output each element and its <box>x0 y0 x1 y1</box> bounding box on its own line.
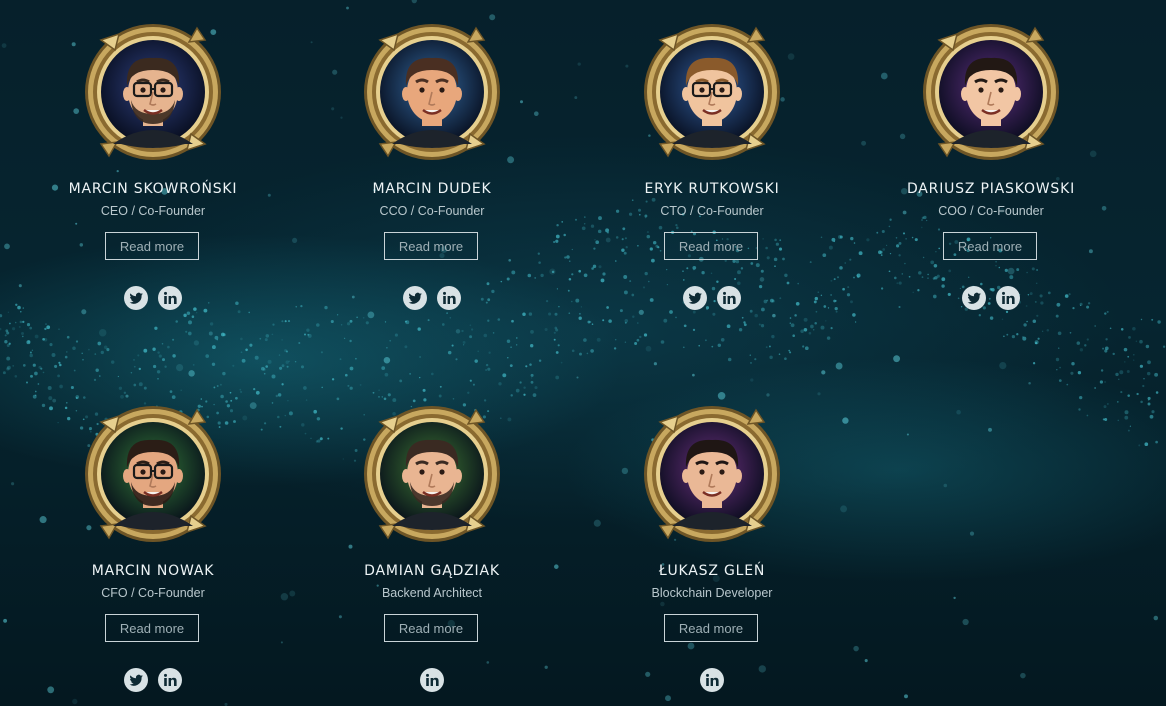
linkedin-icon <box>723 291 736 304</box>
linkedin-link[interactable] <box>420 668 444 692</box>
linkedin-icon <box>164 291 177 304</box>
member-name: ERYK RUTKOWSKI <box>644 181 780 197</box>
member-name: MARCIN DUDEK <box>372 181 492 197</box>
avatar <box>919 20 1063 164</box>
avatar <box>81 402 225 546</box>
member-role: CCO / Co-Founder <box>379 204 485 218</box>
read-more-button[interactable]: Read more <box>943 232 1037 260</box>
member-name: DARIUSZ PIASKOWSKI <box>906 181 1076 197</box>
social-links <box>612 286 812 310</box>
team-section: MARCIN SKOWROŃSKI CEO / Co-Founder Read … <box>0 0 1166 706</box>
linkedin-link[interactable] <box>437 286 461 310</box>
twitter-icon <box>408 292 422 304</box>
linkedin-link[interactable] <box>158 286 182 310</box>
member-name: MARCIN NOWAK <box>91 563 215 579</box>
member-role: CFO / Co-Founder <box>101 586 205 600</box>
member-role: COO / Co-Founder <box>938 204 1044 218</box>
twitter-icon <box>129 292 143 304</box>
avatar <box>640 20 784 164</box>
linkedin-icon <box>164 673 177 686</box>
linkedin-icon <box>706 673 719 686</box>
social-links <box>332 286 532 310</box>
linkedin-icon <box>1002 291 1015 304</box>
twitter-link[interactable] <box>962 286 986 310</box>
linkedin-icon <box>426 673 439 686</box>
twitter-link[interactable] <box>124 668 148 692</box>
read-more-button[interactable]: Read more <box>384 614 478 642</box>
read-more-button[interactable]: Read more <box>105 614 199 642</box>
twitter-icon <box>688 292 702 304</box>
linkedin-link[interactable] <box>158 668 182 692</box>
social-links <box>612 668 812 692</box>
member-name: DAMIAN GĄDZIAK <box>364 563 500 579</box>
social-links <box>53 668 253 692</box>
read-more-button[interactable]: Read more <box>664 232 758 260</box>
read-more-button[interactable]: Read more <box>664 614 758 642</box>
read-more-button[interactable]: Read more <box>384 232 478 260</box>
linkedin-link[interactable] <box>700 668 724 692</box>
twitter-icon <box>129 674 143 686</box>
linkedin-icon <box>443 291 456 304</box>
linkedin-link[interactable] <box>717 286 741 310</box>
member-name: MARCIN SKOWROŃSKI <box>68 181 238 197</box>
member-name: ŁUKASZ GLEŃ <box>658 563 766 579</box>
read-more-button[interactable]: Read more <box>105 232 199 260</box>
avatar <box>81 20 225 164</box>
twitter-link[interactable] <box>403 286 427 310</box>
social-links <box>891 286 1091 310</box>
member-role: CTO / Co-Founder <box>660 204 764 218</box>
member-role: CEO / Co-Founder <box>100 204 206 218</box>
social-links <box>332 668 532 692</box>
avatar <box>360 402 504 546</box>
social-links <box>53 286 253 310</box>
member-role: Backend Architect <box>381 586 483 600</box>
avatar <box>360 20 504 164</box>
avatar <box>640 402 784 546</box>
linkedin-link[interactable] <box>996 286 1020 310</box>
twitter-icon <box>967 292 981 304</box>
twitter-link[interactable] <box>683 286 707 310</box>
member-role: Blockchain Developer <box>651 586 773 600</box>
twitter-link[interactable] <box>124 286 148 310</box>
